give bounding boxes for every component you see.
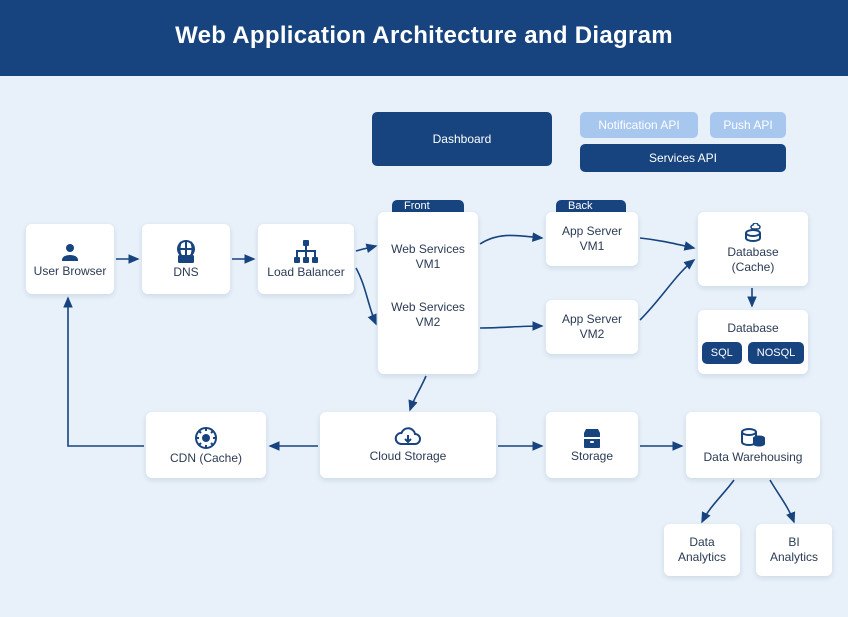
database-cache-label: Database (Cache) [727,245,778,275]
web-services-vm2-label: Web Services VM2 [391,300,465,330]
storage-icon [580,427,604,449]
nosql-chip: NOSQL [748,342,805,364]
bi-analytics-label: BI Analytics [770,535,818,565]
svg-text:DNS: DNS [179,256,193,263]
cloud-storage-node: Cloud Storage [320,412,496,478]
push-api-pill: Push API [710,112,786,138]
storage-node: Storage [546,412,638,478]
cloud-storage-label: Cloud Storage [370,449,447,464]
services-api-pill: Services API [580,144,786,172]
warehousing-icon [739,426,767,450]
storage-label: Storage [571,449,613,464]
front-end-node: Web Services VM1 Web Services VM2 [378,212,478,374]
cdn-icon [193,425,219,451]
cdn-cache-node: CDN (Cache) [146,412,266,478]
web-services-vm1-label: Web Services VM1 [391,242,465,272]
dns-label: DNS [173,265,198,280]
database-cache-node: Database (Cache) [698,212,808,286]
diagram-canvas: Dashboard Notification API Push API Serv… [0,76,848,613]
dashboard-pill: Dashboard [372,112,552,166]
user-browser-label: User Browser [34,264,107,279]
sql-chip: SQL [702,342,742,364]
dns-node: DNS DNS [142,224,230,294]
cloud-download-icon [393,427,423,449]
load-balancer-node: Load Balancer [258,224,354,294]
user-browser-node: User Browser [26,224,114,294]
app-server-vm1-node: App Server VM1 [546,212,638,266]
notification-api-pill: Notification API [580,112,698,138]
data-analytics-label: Data Analytics [678,535,726,565]
app-server-vm1-label: App Server VM1 [562,224,622,254]
data-warehousing-node: Data Warehousing [686,412,820,478]
cdn-cache-label: CDN (Cache) [170,451,242,466]
data-warehousing-label: Data Warehousing [704,450,803,465]
data-analytics-node: Data Analytics [664,524,740,576]
load-balancer-label: Load Balancer [267,265,344,280]
app-server-vm2-label: App Server VM2 [562,312,622,342]
database-label: Database [727,321,778,336]
database-node: Database SQL NOSQL [698,310,808,374]
database-cache-icon [741,223,765,245]
load-balancer-icon [292,239,320,265]
page-title: Web Application Architecture and Diagram [0,0,848,76]
globe-dns-icon: DNS [171,239,201,265]
user-icon [58,240,82,264]
app-server-vm2-node: App Server VM2 [546,300,638,354]
bi-analytics-node: BI Analytics [756,524,832,576]
